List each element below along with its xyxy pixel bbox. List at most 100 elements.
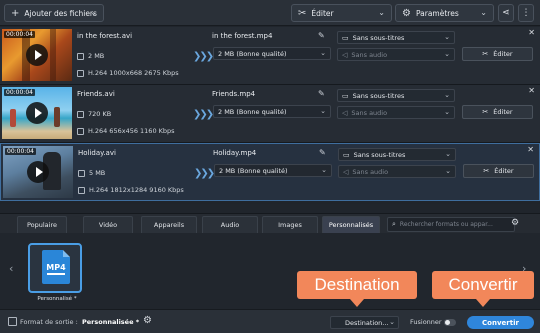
output-size-value: 2 MB (Bonne qualité): [218, 107, 287, 116]
edit-tools-icon: ✂: [482, 108, 489, 116]
file-size-icon: [78, 169, 85, 177]
source-meta: H.264 656x456 1160 Kbps: [77, 127, 175, 135]
chevron-down-icon: ⌄: [444, 91, 450, 99]
video-info-icon: [77, 127, 84, 135]
mp4-badge-bar: [47, 273, 65, 275]
output-format-value[interactable]: Personnalisée *: [82, 318, 139, 326]
more-icon: ⋮: [521, 8, 531, 18]
output-format-icon: [8, 317, 17, 326]
file-row-selected[interactable]: 00:00:04 Holiday.avi 5 MB H.264 1812x128…: [0, 143, 540, 201]
speaker-icon: ◁: [342, 50, 348, 59]
edit-tools-icon: ✂: [298, 7, 307, 19]
source-file-name: in the forest.avi: [77, 32, 133, 40]
chevron-down-icon: ⌄: [445, 167, 451, 175]
output-size-dropdown[interactable]: 2 MB (Bonne qualité) ⌄: [214, 164, 332, 177]
rename-pencil-icon[interactable]: ✎: [318, 31, 325, 40]
output-size-dropdown[interactable]: 2 MB (Bonne qualité) ⌄: [213, 105, 331, 118]
destination-label: Destination...: [345, 318, 389, 327]
video-thumbnail[interactable]: 00:00:04: [3, 146, 73, 198]
source-meta: H.264 1812x1284 9160 Kbps: [78, 186, 184, 194]
thumbnail-tree: [50, 29, 56, 81]
source-size-value: 5 MB: [89, 169, 106, 177]
play-icon[interactable]: [26, 102, 48, 124]
source-file-name: Holiday.avi: [78, 149, 116, 157]
subtitles-dropdown[interactable]: ▭ Sans sous-titres ⌄: [338, 148, 456, 161]
settings-menu-label: Paramètres: [415, 8, 459, 18]
close-icon[interactable]: ✕: [528, 28, 535, 37]
output-size-dropdown[interactable]: 2 MB (Bonne qualité) ⌄: [213, 47, 331, 60]
gear-icon[interactable]: ⚙: [143, 315, 152, 326]
destination-callout: Destination: [297, 271, 417, 307]
output-file-name: Holiday.mp4: [213, 149, 257, 157]
subtitles-dropdown[interactable]: ▭ Sans sous-titres ⌄: [337, 89, 455, 102]
edit-tools-icon: ✂: [483, 167, 490, 175]
edit-file-button[interactable]: ✂ Éditer: [462, 105, 533, 119]
convert-button[interactable]: Convertir: [467, 316, 534, 329]
tab-appareils[interactable]: Appareils: [141, 216, 197, 233]
top-toolbar: + Ajouter des fichiers ⌄ ✂ Éditer ⌄ ⚙ Pa…: [0, 0, 540, 26]
mp4-badge-text: MP4: [46, 263, 66, 272]
audio-value: Sans audio: [351, 50, 388, 59]
audio-dropdown[interactable]: ◁ Sans audio ⌄: [337, 106, 455, 119]
audio-dropdown[interactable]: ◁ Sans audio ⌄: [338, 165, 456, 178]
subtitles-icon: ▭: [342, 91, 349, 100]
duration-badge: 00:00:04: [5, 148, 36, 155]
close-icon[interactable]: ✕: [527, 145, 534, 154]
share-button[interactable]: ⋖: [498, 4, 514, 22]
format-tabs: Populaire Vidéo Appareils Audio Images P…: [0, 213, 540, 233]
tab-populaire[interactable]: Populaire: [17, 216, 67, 233]
video-thumbnail[interactable]: 00:00:04: [2, 87, 72, 139]
source-size-value: 720 KB: [88, 110, 112, 118]
chevron-down-icon: ⌄: [378, 8, 385, 17]
destination-dropdown[interactable]: Destination... ⌄: [330, 316, 399, 329]
merge-label: Fusionner :: [410, 318, 446, 326]
mp4-file-icon: MP4: [42, 250, 70, 284]
duration-badge: 00:00:04: [4, 31, 35, 38]
chevron-left-icon[interactable]: ‹: [9, 262, 13, 275]
add-files-label: Ajouter des fichiers: [24, 8, 97, 18]
file-size-icon: [77, 110, 84, 118]
convert-arrow-icon: ❯❯❯: [194, 168, 215, 179]
edit-file-button[interactable]: ✂ Éditer: [463, 164, 534, 178]
thumbnail-person: [54, 107, 60, 127]
file-row[interactable]: 00:00:04 Friends.avi 720 KB H.264 656x45…: [0, 85, 540, 143]
convert-callout: Convertir: [432, 271, 534, 307]
subtitles-dropdown[interactable]: ▭ Sans sous-titres ⌄: [337, 31, 455, 44]
convert-arrow-icon: ❯❯❯: [193, 51, 214, 62]
edit-tools-icon: ✂: [482, 50, 489, 58]
source-size-value: 2 MB: [88, 52, 105, 60]
rename-pencil-icon[interactable]: ✎: [318, 89, 325, 98]
settings-menu-button[interactable]: ⚙ Paramètres ⌄: [395, 4, 494, 22]
subtitles-value: Sans sous-titres: [353, 150, 406, 159]
search-icon: ⌕: [392, 220, 396, 228]
source-file-name: Friends.avi: [77, 90, 115, 98]
tab-images[interactable]: Images: [262, 216, 318, 233]
rename-pencil-icon[interactable]: ✎: [319, 148, 326, 157]
audio-dropdown[interactable]: ◁ Sans audio ⌄: [337, 48, 455, 61]
play-icon[interactable]: [27, 161, 49, 183]
file-row[interactable]: 00:00:04 in the forest.avi 2 MB H.264 10…: [0, 27, 540, 85]
more-button[interactable]: ⋮: [518, 4, 534, 22]
speaker-icon: ◁: [342, 108, 348, 117]
format-search-input[interactable]: ⌕ Rechercher formats ou appar...: [387, 217, 515, 232]
edit-menu-label: Éditer: [311, 8, 334, 18]
tab-video[interactable]: Vidéo: [83, 216, 133, 233]
tab-personnalises[interactable]: Personnalisés: [322, 216, 380, 233]
edit-menu-button[interactable]: ✂ Éditer ⌄: [291, 4, 392, 22]
add-files-button[interactable]: + Ajouter des fichiers ⌄: [4, 4, 104, 22]
close-icon[interactable]: ✕: [528, 86, 535, 95]
chevron-down-icon: ⌄: [480, 8, 487, 17]
file-size-icon: [77, 52, 84, 60]
tab-audio[interactable]: Audio: [202, 216, 258, 233]
bottom-bar: Format de sortie : Personnalisée * ⚙ Des…: [0, 309, 540, 333]
source-meta-value: H.264 656x456 1160 Kbps: [88, 127, 175, 135]
format-settings-icon[interactable]: ⚙: [511, 218, 519, 228]
video-thumbnail[interactable]: 00:00:04: [2, 29, 72, 81]
edit-file-label: Éditer: [494, 167, 514, 175]
search-placeholder: Rechercher formats ou appar...: [399, 221, 493, 228]
gear-icon: ⚙: [402, 7, 411, 19]
merge-toggle[interactable]: [444, 319, 456, 326]
preset-tile-custom[interactable]: MP4: [28, 243, 82, 293]
edit-file-button[interactable]: ✂ Éditer: [462, 47, 533, 61]
play-icon[interactable]: [26, 44, 48, 66]
